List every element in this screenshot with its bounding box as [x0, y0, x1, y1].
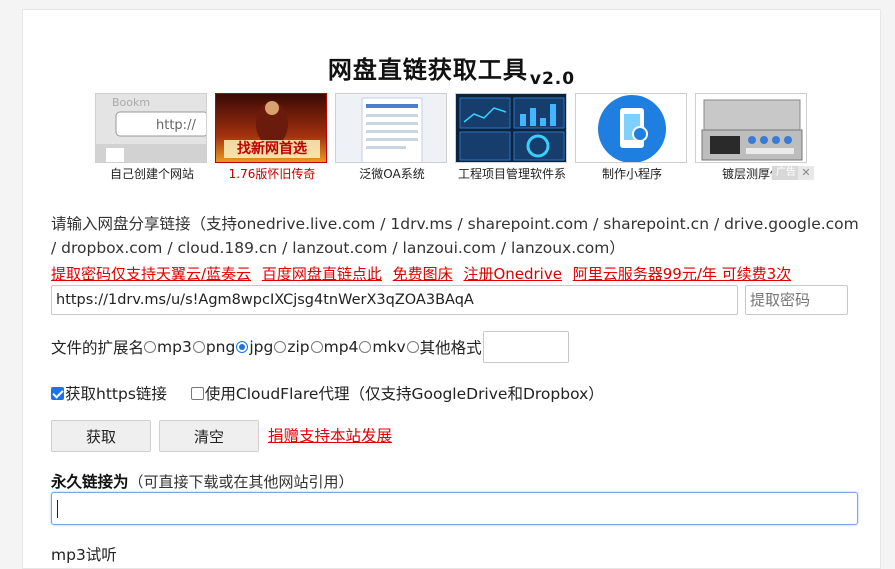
other-extension-input[interactable]: [482, 331, 569, 363]
permanent-link-label: 永久链接为（可直接下载或在其他网站引用）: [51, 470, 354, 492]
page-title: 网盘直链获取工具 v2.0: [23, 50, 880, 89]
https-checkbox[interactable]: [51, 386, 64, 400]
supported-sites-text: 请输入网盘分享链接（支持onedrive.live.com / 1drv.ms …: [51, 215, 859, 257]
radio-indicator[interactable]: [359, 341, 372, 353]
game-warrior-image: 找新网首选: [215, 93, 327, 163]
link-password-note[interactable]: 提取密码仅支持天翼云/蓝奏云: [51, 265, 251, 283]
radio-label: zip: [287, 338, 310, 356]
extension-label: 文件的扩展名: [51, 339, 145, 357]
ad-overlay-text: 找新网首选: [237, 141, 307, 157]
password-input[interactable]: [745, 285, 848, 315]
radio-indicator[interactable]: [274, 341, 287, 353]
ad-item[interactable]: 泛微OA系统: [335, 93, 449, 182]
promo-links: 提取密码仅支持天翼云/蓝奏云 百度网盘直链点此 免费图床 注册Onedrive …: [51, 263, 797, 284]
main-card: 网盘直链获取工具 v2.0 http:// Bookm 自己创建个网站 找新网首…: [22, 9, 881, 569]
cloudflare-label: 使用CloudFlare代理（仅支持GoogleDrive和Dropbox）: [204, 385, 604, 403]
ad-item[interactable]: 找新网首选 1.76版怀旧传奇: [215, 93, 329, 182]
options-row: 获取https链接 使用CloudFlare代理（仅支持GoogleDrive和…: [51, 382, 604, 404]
radio-label: 其他格式: [419, 339, 482, 357]
radio-mp3[interactable]: mp3: [144, 338, 192, 356]
link-register-onedrive[interactable]: 注册Onedrive: [463, 265, 562, 283]
ad-caption: 1.76版怀旧传奇: [228, 167, 316, 181]
radio-indicator-selected[interactable]: [236, 341, 249, 353]
https-label: 获取https链接: [65, 385, 167, 403]
radio-indicator[interactable]: [310, 341, 323, 353]
radio-label: jpg: [249, 338, 274, 356]
link-baidu-direct[interactable]: 百度网盘直链点此: [262, 265, 382, 283]
radio-label: mp3: [157, 338, 192, 356]
link-aliyun-server[interactable]: 阿里云服务器99元/年 可续费3次: [573, 265, 791, 283]
link-image-host[interactable]: 免费图床: [393, 265, 453, 283]
ad-item[interactable]: 制作小程序: [575, 93, 689, 182]
permanent-link-field[interactable]: [51, 492, 858, 525]
document-form-image: [335, 93, 447, 163]
ad-caption: 自己创建个网站: [109, 167, 194, 181]
svg-text:http://: http://: [156, 118, 196, 133]
ad-item[interactable]: http:// Bookm 自己创建个网站: [95, 93, 209, 182]
ad-caption: 泛微OA系统: [359, 167, 425, 181]
ad-caption: 工程项目管理软件系: [457, 167, 566, 181]
ad-caption: 制作小程序: [601, 167, 662, 181]
radio-zip[interactable]: zip: [274, 338, 310, 356]
mp3-preview-label: mp3试听: [51, 546, 117, 564]
permanent-link-title: 永久链接为: [51, 473, 129, 491]
radio-other[interactable]: 其他格式: [406, 336, 482, 358]
ad-item[interactable]: 工程项目管理软件系: [455, 93, 569, 182]
radio-label: mkv: [372, 338, 406, 356]
radio-mkv[interactable]: mkv: [359, 338, 406, 356]
extension-row: 文件的扩展名 mp3 png jpg zip mp4 mkv 其他格式: [51, 330, 569, 364]
radio-png[interactable]: png: [192, 338, 236, 356]
clear-button[interactable]: 清空: [159, 420, 259, 452]
dashboard-screens-image: [455, 93, 567, 163]
radio-mp4[interactable]: mp4: [310, 338, 359, 356]
share-url-input[interactable]: [51, 285, 738, 315]
radio-indicator[interactable]: [144, 341, 157, 353]
radio-jpg[interactable]: jpg: [236, 338, 273, 356]
radio-indicator[interactable]: [406, 341, 419, 353]
ad-badge: 广告: [772, 166, 800, 180]
version-label: v2.0: [529, 69, 576, 89]
title-text: 网盘直链获取工具: [327, 56, 528, 84]
text-cursor: [57, 500, 58, 518]
browser-url-bar-image: http:// Bookm: [95, 93, 207, 163]
permanent-link-subtitle: （可直接下载或在其他网站引用）: [128, 473, 354, 491]
fetch-button[interactable]: 获取: [51, 420, 151, 452]
radio-label: png: [205, 338, 236, 356]
donate-link[interactable]: 捐赠支持本站发展: [268, 424, 392, 446]
cloudflare-checkbox[interactable]: [190, 386, 204, 400]
close-icon[interactable]: ✕: [798, 166, 814, 180]
phone-app-image: [575, 93, 687, 163]
radio-label: mp4: [323, 338, 359, 356]
radio-indicator[interactable]: [192, 341, 205, 353]
instrument-case-image: [695, 93, 807, 163]
svg-text:Bookm: Bookm: [112, 96, 150, 109]
